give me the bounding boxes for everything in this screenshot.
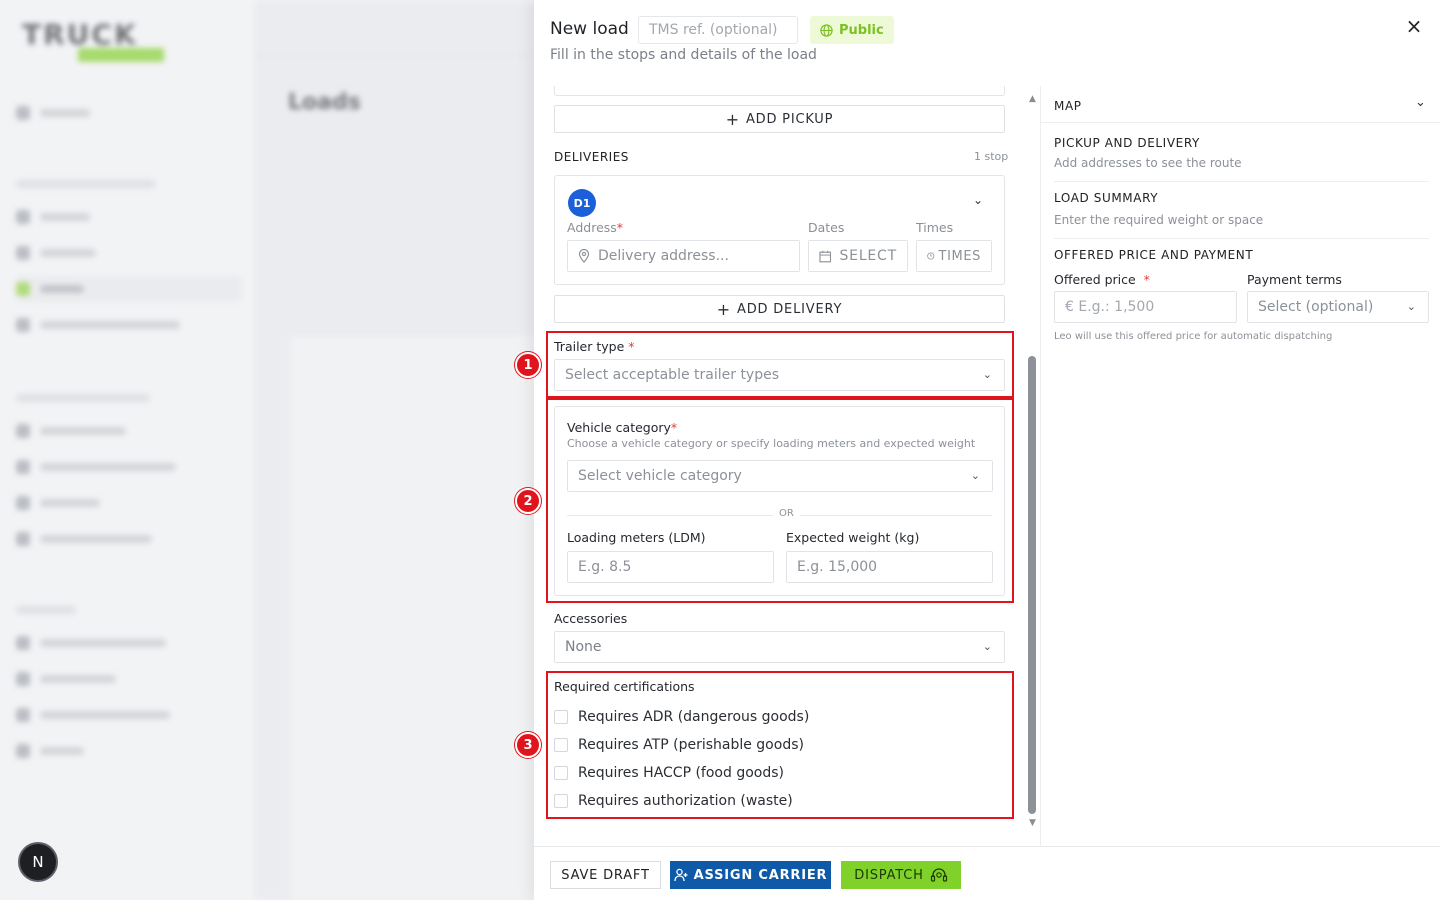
- annotation-marker-2: 2: [515, 488, 541, 514]
- add-pickup-label: ADD PICKUP: [745, 111, 834, 127]
- drawer-footer: SAVE DRAFT ASSIGN CARRIER DISPATCH: [534, 846, 1440, 900]
- assign-carrier-button[interactable]: ASSIGN CARRIER: [670, 861, 831, 889]
- load-summary-title: LOAD SUMMARY: [1054, 191, 1159, 205]
- divider: [1054, 181, 1429, 182]
- annotation-box-3: [546, 671, 1014, 819]
- user-add-icon: [674, 868, 688, 882]
- add-delivery-label: ADD DELIVERY: [737, 301, 843, 317]
- drawer-title: New load: [550, 19, 629, 39]
- tms-ref-input[interactable]: TMS ref. (optional): [638, 16, 798, 44]
- offered-price-placeholder: € E.g.: 1,500: [1065, 299, 1155, 315]
- scroll-down-arrow-icon[interactable]: ▼: [1029, 818, 1036, 828]
- chevron-down-icon[interactable]: ⌄: [1415, 95, 1426, 110]
- globe-icon: [820, 23, 833, 37]
- delivery-address-input[interactable]: Delivery address...: [567, 240, 800, 272]
- times-button[interactable]: TIMES: [916, 240, 992, 272]
- plus-icon: +: [716, 299, 731, 319]
- user-avatar[interactable]: N: [18, 842, 58, 882]
- close-icon[interactable]: ×: [1402, 14, 1426, 38]
- map-section-label[interactable]: MAP: [1054, 99, 1082, 113]
- annotation-box-1: [546, 331, 1014, 398]
- chevron-down-icon[interactable]: ⌄: [973, 193, 983, 207]
- offered-price-input[interactable]: € E.g.: 1,500: [1054, 291, 1237, 323]
- accessories-label: Accessories: [554, 611, 628, 626]
- new-load-drawer: New load TMS ref. (optional) Public Fill…: [515, 0, 1440, 900]
- payment-terms-placeholder: Select (optional): [1258, 299, 1374, 315]
- delivery-address-placeholder: Delivery address...: [598, 248, 729, 264]
- dates-select-label: SELECT: [839, 248, 897, 264]
- public-badge-label: Public: [839, 22, 884, 38]
- divider: [1041, 122, 1440, 123]
- chevron-down-icon: ⌄: [1406, 300, 1416, 313]
- dispatch-button[interactable]: DISPATCH: [841, 861, 961, 889]
- save-draft-button[interactable]: SAVE DRAFT: [550, 861, 661, 889]
- dates-select-button[interactable]: SELECT: [808, 240, 908, 272]
- offered-price-label: Offered price *: [1054, 272, 1150, 287]
- plus-icon: +: [725, 109, 740, 129]
- dispatch-label: DISPATCH: [854, 867, 924, 883]
- delivery-stop-badge: D1: [568, 189, 596, 217]
- address-label: Address*: [567, 220, 624, 235]
- form-scrollbar[interactable]: ▲ ▼: [1027, 94, 1039, 830]
- public-badge[interactable]: Public: [810, 16, 894, 44]
- clock-icon: [927, 252, 935, 260]
- load-summary-subtitle: Enter the required weight or space: [1054, 213, 1264, 227]
- summary-panel: MAP ⌄ PICKUP AND DELIVERY Add addresses …: [1040, 86, 1440, 846]
- scroll-up-arrow-icon[interactable]: ▲: [1029, 94, 1036, 104]
- pickup-card-bottom: [554, 86, 1005, 96]
- accessories-select[interactable]: None ⌄: [554, 631, 1005, 663]
- assign-carrier-label: ASSIGN CARRIER: [693, 867, 828, 883]
- times-label: Times: [916, 220, 954, 235]
- delivery-card: D1 ⌄ Address* Dates Times Delivery addre…: [554, 175, 1005, 285]
- payment-terms-select[interactable]: Select (optional) ⌄: [1247, 291, 1429, 323]
- location-pin-icon: [578, 249, 590, 263]
- divider: [1054, 238, 1429, 239]
- pickup-delivery-title: PICKUP AND DELIVERY: [1054, 136, 1200, 150]
- chevron-down-icon: ⌄: [982, 640, 992, 653]
- drawer-subtitle: Fill in the stops and details of the loa…: [550, 47, 817, 63]
- annotation-box-2: [546, 398, 1014, 603]
- pickup-delivery-subtitle: Add addresses to see the route: [1054, 156, 1242, 170]
- price-section-title: OFFERED PRICE AND PAYMENT: [1054, 248, 1254, 262]
- headset-icon: [930, 868, 947, 882]
- times-button-label: TIMES: [938, 248, 981, 264]
- calendar-icon: [819, 250, 832, 262]
- annotation-marker-1: 1: [515, 352, 541, 378]
- deliveries-count: 1 stop: [974, 150, 1009, 163]
- dates-label: Dates: [808, 220, 845, 235]
- deliveries-label: DELIVERIES: [554, 150, 629, 164]
- price-hint: Leo will use this offered price for auto…: [1054, 331, 1333, 342]
- annotation-marker-3: 3: [515, 732, 541, 758]
- add-delivery-button[interactable]: + ADD DELIVERY: [554, 295, 1005, 323]
- accessories-value: None: [565, 639, 602, 655]
- scroll-thumb[interactable]: [1028, 356, 1036, 814]
- add-pickup-button[interactable]: + ADD PICKUP: [554, 105, 1005, 133]
- payment-terms-label: Payment terms: [1247, 272, 1342, 287]
